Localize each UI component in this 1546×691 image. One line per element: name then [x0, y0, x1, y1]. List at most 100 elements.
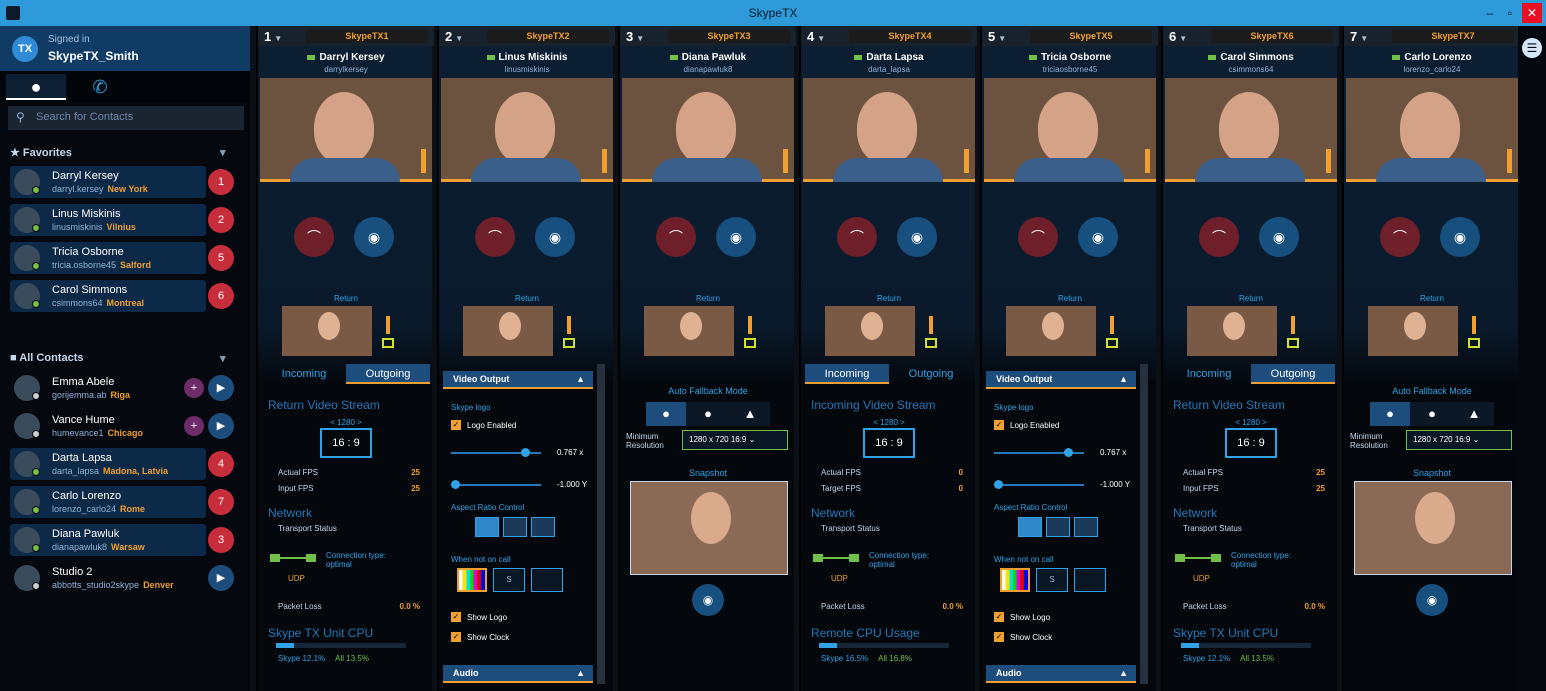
logo-screen-button[interactable]: S [493, 568, 525, 592]
collapse-icon[interactable]: ▲ [1119, 371, 1128, 387]
monitor-icon[interactable] [382, 338, 394, 348]
show-clock-checkbox[interactable]: ✓ [451, 632, 461, 642]
pin-icon[interactable]: ▾ [220, 352, 226, 365]
collapse-icon[interactable]: ▲ [576, 371, 585, 387]
fallback-person-small-icon[interactable]: ● [1412, 402, 1452, 426]
contact-row[interactable]: Vance Hume humevance1 Chicago + [10, 410, 206, 442]
camera-button[interactable]: ◉ [1259, 217, 1299, 257]
contact-row[interactable]: Tricia Osborne tricia.osborne45 Salford [10, 242, 206, 274]
channel-number[interactable]: 5 ▼ [988, 29, 1006, 44]
aspect-ratio[interactable]: 16 : 9 [1225, 428, 1277, 458]
audio-header[interactable]: Audio ▲ [443, 665, 593, 683]
hangup-button[interactable]: ⌒ [294, 217, 334, 257]
call-channel-button[interactable]: 6 [208, 283, 234, 309]
fallback-person-icon[interactable]: ● [1370, 402, 1410, 426]
slider-knob[interactable] [1064, 448, 1073, 457]
pin-icon[interactable]: ▾ [220, 146, 226, 159]
collapse-icon[interactable]: ▲ [1119, 665, 1128, 681]
contact-row[interactable]: Studio 2 abbotts_studio2skype Denver [10, 562, 206, 594]
hangup-button[interactable]: ⌒ [656, 217, 696, 257]
hamburger-icon[interactable]: ☰ [1522, 38, 1542, 58]
fallback-image-icon[interactable]: ▲ [730, 402, 770, 426]
monitor-icon[interactable] [1106, 338, 1118, 348]
contact-row[interactable]: Carol Simmons csimmons64 Montreal [10, 280, 206, 312]
contact-row[interactable]: Carlo Lorenzo lorenzo_carlo24 Rome [10, 486, 206, 518]
blank-screen-button[interactable] [1074, 568, 1106, 592]
logo-position-slider[interactable] [994, 484, 1084, 486]
monitor-icon[interactable] [563, 338, 575, 348]
call-channel-button[interactable]: 5 [208, 245, 234, 271]
monitor-icon[interactable] [925, 338, 937, 348]
camera-button[interactable]: ◉ [1440, 217, 1480, 257]
camera-button[interactable]: ◉ [535, 217, 575, 257]
blank-screen-button[interactable] [531, 568, 563, 592]
test-pattern-button[interactable] [457, 568, 487, 592]
call-channel-button[interactable]: 7 [208, 489, 234, 515]
contact-row[interactable]: Diana Pawluk dianapawluk8 Warsaw [10, 524, 206, 556]
fallback-image-icon[interactable]: ▲ [1454, 402, 1494, 426]
add-contact-icon[interactable]: + [184, 416, 204, 436]
slider-knob[interactable] [451, 480, 460, 489]
camera-icon[interactable]: ◉ [1416, 584, 1448, 616]
fallback-person-icon[interactable]: ● [646, 402, 686, 426]
minimize-button[interactable]: – [1480, 3, 1500, 23]
contact-row[interactable]: Linus Miskinis linusmiskinis Vilnius [10, 204, 206, 236]
monitor-icon[interactable] [1468, 338, 1480, 348]
camera-button[interactable]: ◉ [1078, 217, 1118, 257]
close-button[interactable]: ✕ [1522, 3, 1542, 23]
resolution-selector[interactable]: < 1280 > [258, 418, 434, 427]
logo-enabled-checkbox[interactable]: ✓ [451, 420, 461, 430]
video-call-icon[interactable]: ▶ [208, 565, 234, 591]
scrollbar[interactable] [597, 364, 605, 684]
tab-incoming[interactable]: Incoming [1167, 364, 1251, 384]
fallback-person-small-icon[interactable]: ● [688, 402, 728, 426]
audio-header[interactable]: Audio ▲ [986, 665, 1136, 683]
camera-button[interactable]: ◉ [897, 217, 937, 257]
tab-outgoing[interactable]: Outgoing [346, 364, 430, 384]
show-logo-checkbox[interactable]: ✓ [994, 612, 1004, 622]
search-input[interactable]: ⚲ Search for Contacts [8, 106, 244, 130]
aspect-fit-button[interactable] [475, 517, 499, 537]
contact-row[interactable]: Darryl Kersey darryl.kersey New York [10, 166, 206, 198]
tab-outgoing[interactable]: Outgoing [889, 364, 973, 384]
aspect-ratio[interactable]: 16 : 9 [863, 428, 915, 458]
call-channel-button[interactable]: 1 [208, 169, 234, 195]
collapse-icon[interactable]: ▲ [576, 665, 585, 681]
hangup-button[interactable]: ⌒ [837, 217, 877, 257]
video-call-icon[interactable]: ▶ [208, 375, 234, 401]
camera-button[interactable]: ◉ [716, 217, 756, 257]
aspect-fill-button[interactable] [503, 517, 527, 537]
slider-knob[interactable] [521, 448, 530, 457]
show-logo-checkbox[interactable]: ✓ [451, 612, 461, 622]
video-output-header[interactable]: Video Output ▲ [443, 371, 593, 389]
camera-icon[interactable]: ◉ [692, 584, 724, 616]
channel-number[interactable]: 4 ▼ [807, 29, 825, 44]
call-channel-button[interactable]: 4 [208, 451, 234, 477]
call-channel-button[interactable]: 3 [208, 527, 234, 553]
show-clock-checkbox[interactable]: ✓ [994, 632, 1004, 642]
logo-enabled-checkbox[interactable]: ✓ [994, 420, 1004, 430]
phone-icon[interactable]: ✆ [70, 74, 130, 100]
monitor-icon[interactable] [744, 338, 756, 348]
logo-screen-button[interactable]: S [1036, 568, 1068, 592]
channel-number[interactable]: 7 ▼ [1350, 29, 1368, 44]
resolution-dropdown[interactable]: 1280 x 720 16:9 ⌄ [682, 430, 788, 450]
channel-number[interactable]: 2 ▼ [445, 29, 463, 44]
add-contact-icon[interactable]: + [184, 378, 204, 398]
chevron-down-icon[interactable]: ▼ [1360, 34, 1368, 43]
aspect-stretch-button[interactable] [1074, 517, 1098, 537]
channel-number[interactable]: 6 ▼ [1169, 29, 1187, 44]
tab-outgoing[interactable]: Outgoing [1251, 364, 1335, 384]
chevron-down-icon[interactable]: ▼ [1179, 34, 1187, 43]
chevron-down-icon[interactable]: ▼ [817, 34, 825, 43]
chevron-down-icon[interactable]: ▼ [274, 34, 282, 43]
aspect-fill-button[interactable] [1046, 517, 1070, 537]
channel-number[interactable]: 3 ▼ [626, 29, 644, 44]
tab-incoming[interactable]: Incoming [262, 364, 346, 384]
camera-button[interactable]: ◉ [354, 217, 394, 257]
hangup-button[interactable]: ⌒ [1018, 217, 1058, 257]
tab-incoming[interactable]: Incoming [805, 364, 889, 384]
contact-row[interactable]: Emma Abele gorijemma.ab Riga + [10, 372, 206, 404]
aspect-ratio[interactable]: 16 : 9 [320, 428, 372, 458]
hangup-button[interactable]: ⌒ [1199, 217, 1239, 257]
